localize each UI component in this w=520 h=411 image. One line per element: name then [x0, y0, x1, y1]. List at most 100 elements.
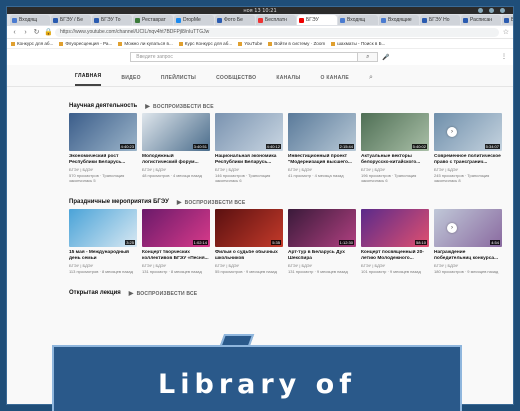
bookmark-item[interactable]: Курс Конкурс для аб... [178, 41, 232, 46]
bookmark-item[interactable]: Можно ли купаться в... [118, 41, 173, 46]
browser-tab[interactable]: БГЭУ [297, 15, 337, 25]
video-title[interactable]: Инвестиционный проект "Модернизация высш… [288, 154, 356, 166]
video-channel[interactable]: БГЭУ | БДЭУ [288, 167, 356, 172]
lock-icon[interactable]: 🔒 [44, 28, 53, 36]
video-title[interactable]: Концерт посвященный 20-летию Молодежного… [361, 250, 429, 262]
video-card[interactable]: 1:12:30 Арт-тур в Беларусь Дух Шекспира БГ… [288, 209, 356, 274]
browser-tab[interactable]: Расписан [461, 15, 501, 25]
video-card[interactable]: 4:40:12 Национальная экономика Республики… [215, 113, 283, 183]
back-icon[interactable]: ‹ [11, 29, 18, 36]
browser-tab[interactable]: БГЭУ Но [420, 15, 460, 25]
video-card[interactable]: 5:35 Фильм о судьбе обычных школьников БГЭ… [215, 209, 283, 274]
reload-icon[interactable]: ↻ [33, 28, 40, 36]
video-title[interactable]: Фильм о судьбе обычных школьников [215, 250, 283, 262]
video-thumbnail[interactable]: 5:34:07 [434, 113, 502, 151]
browser-tab[interactable]: Реставрат [133, 15, 173, 25]
video-title[interactable]: Современное политическое право с трансгр… [434, 154, 502, 166]
video-duration: 4:54 [490, 240, 500, 245]
browser-tab[interactable]: Фото Бе [215, 15, 255, 25]
video-thumbnail[interactable]: 2:15:44 [288, 113, 356, 151]
shelf-title[interactable]: Научная деятельность [69, 103, 137, 109]
video-thumbnail[interactable]: 3:25 [69, 209, 137, 247]
video-thumbnail[interactable]: 4:40:12 [215, 113, 283, 151]
bookmark-star-icon[interactable]: ☆ [503, 28, 509, 36]
video-title[interactable]: 15 мая - Международный день семьи [69, 250, 137, 262]
bookmark-item[interactable]: шахматы - Поиск в Б... [331, 41, 385, 46]
forward-icon[interactable]: › [22, 29, 29, 36]
video-card[interactable]: 5:34:07 Современное политическое право с … [434, 113, 502, 183]
video-thumbnail[interactable]: 4:40:23 [69, 113, 137, 151]
video-channel[interactable]: БГЭУ | БДЭУ [434, 263, 502, 268]
video-channel[interactable]: БГЭУ | БДЭУ [361, 263, 429, 268]
volume-icon[interactable] [489, 8, 494, 13]
network-icon[interactable] [478, 8, 483, 13]
video-channel[interactable]: БГЭУ | БДЭУ [69, 263, 137, 268]
video-card[interactable]: 5:40:02 Актуальные векторы белорусско-кит… [361, 113, 429, 183]
video-title[interactable]: Концерт творческих коллективов БГЭУ «Пес… [142, 250, 210, 262]
video-channel[interactable]: БГЭУ | БДЭУ [361, 167, 429, 172]
video-thumbnail[interactable]: 1:12:30 [288, 209, 356, 247]
video-title[interactable]: Молодежный логистический форум... [142, 154, 210, 166]
search-input[interactable]: Введите запрос [130, 52, 359, 62]
video-card[interactable]: 4:54 Награждение победительниц конкурса..… [434, 209, 502, 274]
tab-playlists[interactable]: ПЛЕЙЛИСТЫ [161, 75, 196, 86]
video-title[interactable]: Экономический рост Республики Беларусь..… [69, 154, 137, 166]
video-card[interactable]: 1:02:14 Концерт творческих коллективов БГ… [142, 209, 210, 274]
video-card[interactable]: 58:10 Концерт посвященный 20-летию Молоде… [361, 209, 429, 274]
browser-tab[interactable]: Входящ [10, 15, 50, 25]
video-meta: 245 просмотров · Трансляция закончилась … [434, 173, 490, 183]
video-channel[interactable]: БГЭУ | БДЭУ [434, 167, 502, 172]
tab-community[interactable]: СООБЩЕСТВО [216, 75, 256, 86]
video-card[interactable]: 3:25 15 мая - Международный день семьи БГЭ… [69, 209, 137, 274]
tab-home[interactable]: ГЛАВНАЯ [75, 73, 102, 86]
browser-tab[interactable]: DropMe [174, 15, 214, 25]
browser-tab[interactable]: Бесплатн [256, 15, 296, 25]
video-title[interactable]: Арт-тур в Беларусь Дух Шекспира [288, 250, 356, 262]
video-thumbnail[interactable]: 5:40:02 [361, 113, 429, 151]
tab-videos[interactable]: ВИДЕО [121, 75, 141, 86]
video-card[interactable]: 3:40:51 Молодежный логистический форум...… [142, 113, 210, 183]
mic-icon[interactable]: 🎤 [382, 54, 389, 61]
shelf-next-arrow-icon[interactable]: › [447, 223, 457, 233]
browser-tab[interactable]: БГЭУ То [92, 15, 132, 25]
shelf-next-arrow-icon[interactable]: › [447, 127, 457, 137]
video-channel[interactable]: БГЭУ | БДЭУ [288, 263, 356, 268]
video-title[interactable]: Награждение победительниц конкурса... [434, 250, 502, 262]
video-thumbnail[interactable]: 4:54 [434, 209, 502, 247]
video-channel[interactable]: БГЭУ | БДЭУ [142, 263, 210, 268]
video-title[interactable]: Актуальные векторы белорусско-китайского… [361, 154, 429, 166]
shelf-title[interactable]: Праздничные мероприятия БГЭУ [69, 199, 169, 205]
bookmark-item[interactable]: Конкурс для аб... [11, 41, 53, 46]
browser-tab[interactable]: Входящ [338, 15, 378, 25]
url-field[interactable]: https://www.youtube.com/channel/UCIL/nqv… [55, 27, 499, 37]
apps-icon[interactable]: ⋮ [501, 53, 507, 60]
bookmark-item[interactable]: Войти в систему · Zoom [268, 41, 325, 46]
play-all-button[interactable]: ▶ ВОСПРОИЗВЕСТИ ВСЕ [145, 103, 214, 110]
bookmark-item[interactable]: Флуоресценция - Ра... [59, 41, 112, 46]
video-title[interactable]: Национальная экономика Республики Белару… [215, 154, 283, 166]
channel-search-icon[interactable]: ⌕ [369, 74, 373, 86]
video-thumbnail[interactable]: 1:02:14 [142, 209, 210, 247]
browser-tab[interactable]: Вторичн [502, 15, 513, 25]
video-thumbnail[interactable]: 3:40:51 [142, 113, 210, 151]
tab-favicon-icon [176, 17, 181, 23]
search-button[interactable]: ⌕ [358, 52, 379, 62]
video-channel[interactable]: БГЭУ | БДЭУ [215, 167, 283, 172]
play-all-button[interactable]: ▶ ВОСПРОИЗВЕСТИ ВСЕ [177, 199, 246, 206]
bookmark-item[interactable]: YouTube [238, 41, 262, 46]
tab-about[interactable]: О КАНАЛЕ [321, 75, 349, 86]
video-channel[interactable]: БГЭУ | БДЭУ [215, 263, 283, 268]
video-channel[interactable]: БГЭУ | БДЭУ [142, 167, 210, 172]
video-thumbnail[interactable]: 5:35 [215, 209, 283, 247]
video-thumbnail[interactable]: 58:10 [361, 209, 429, 247]
browser-tab[interactable]: Входящие [379, 15, 419, 25]
browser-tab[interactable]: БГЭУ / Бе [51, 15, 91, 25]
power-icon[interactable] [500, 8, 505, 13]
shelf-title[interactable]: Открытая лекция [69, 290, 121, 296]
video-channel[interactable]: БГЭУ | БДЭУ [69, 167, 137, 172]
play-all-button[interactable]: ▶ ВОСПРОИЗВЕСТИ ВСЕ [129, 290, 198, 297]
video-card[interactable]: 4:40:23 Экономический рост Республики Бел… [69, 113, 137, 183]
tab-channels[interactable]: КАНАЛЫ [276, 75, 300, 86]
tab-favicon-icon [53, 17, 58, 23]
video-card[interactable]: 2:15:44 Инвестиционный проект "Модернизац… [288, 113, 356, 183]
